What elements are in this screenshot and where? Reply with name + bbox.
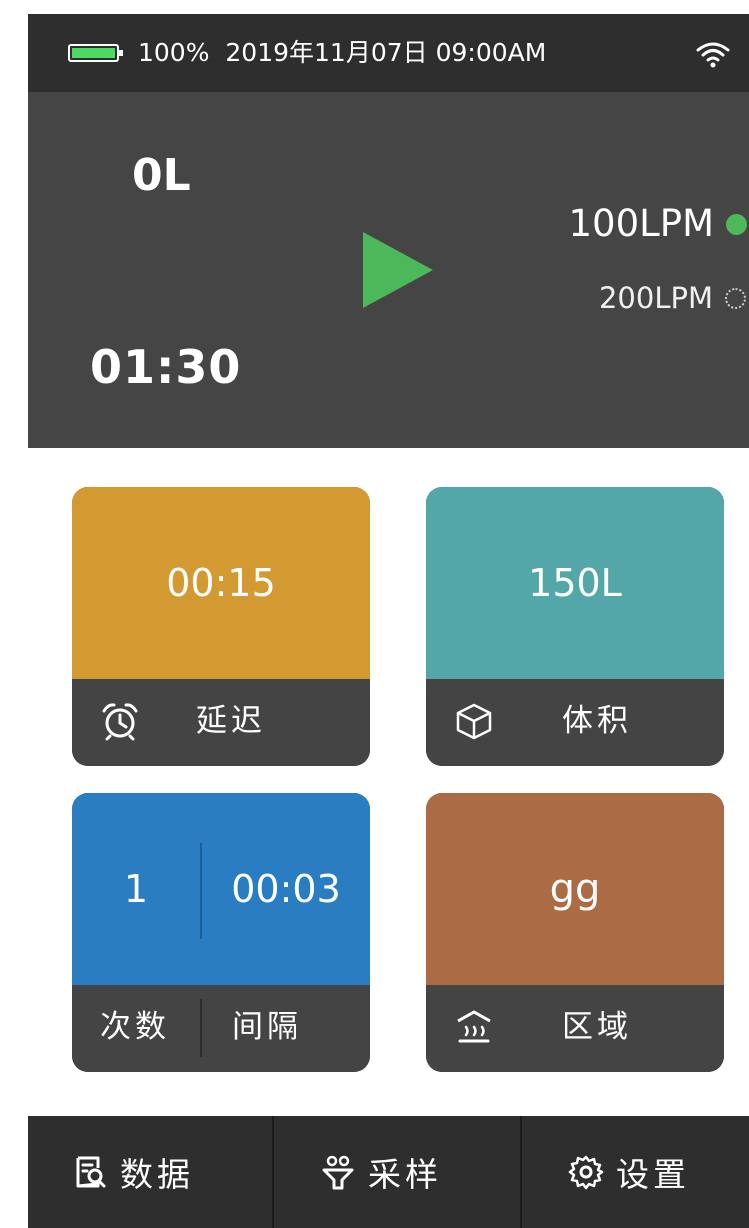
delay-footer: 延迟 bbox=[72, 679, 370, 766]
zone-tile[interactable]: gg 区域 bbox=[426, 793, 724, 1072]
flow-rate-label: 200LPM bbox=[598, 281, 713, 315]
nav-settings-button[interactable]: 设置 bbox=[568, 1116, 690, 1228]
volume-tile[interactable]: 150L 体积 bbox=[426, 487, 724, 766]
status-time: 09:00AM bbox=[435, 38, 547, 67]
interval-label: 间隔 bbox=[232, 1009, 302, 1045]
flow-rate-label: 100LPM bbox=[568, 202, 714, 245]
status-text: 100% 2019年11月07日 09:00AM bbox=[138, 36, 546, 70]
sampled-volume: 0L bbox=[132, 150, 191, 201]
count-label: 次数 bbox=[100, 1009, 170, 1045]
nav-divider bbox=[520, 1116, 522, 1228]
count-interval-tile[interactable]: 1 00:03 次数 间隔 bbox=[72, 793, 370, 1072]
building-icon bbox=[457, 1010, 491, 1043]
bottom-nav: 数据 采样 设置 bbox=[28, 1116, 749, 1228]
radio-selected-icon bbox=[726, 213, 747, 235]
zone-footer: 区域 bbox=[426, 985, 724, 1072]
nav-settings-label: 设置 bbox=[616, 1155, 690, 1194]
cube-icon bbox=[456, 703, 492, 740]
delay-value: 00:15 bbox=[72, 487, 370, 679]
nav-divider bbox=[272, 1116, 274, 1228]
play-icon[interactable] bbox=[363, 232, 433, 308]
zone-label: 区域 bbox=[562, 1009, 632, 1045]
count-interval-values: 1 00:03 bbox=[72, 793, 370, 985]
delay-tile[interactable]: 00:15 延迟 bbox=[72, 487, 370, 766]
count-interval-footer: 次数 间隔 bbox=[72, 985, 370, 1072]
volume-value: 150L bbox=[426, 487, 724, 679]
count-value: 1 bbox=[123, 867, 149, 911]
sampling-icon bbox=[322, 1155, 354, 1190]
nav-sample-button[interactable]: 采样 bbox=[320, 1116, 442, 1228]
nav-sample-label: 采样 bbox=[368, 1155, 442, 1194]
gear-icon bbox=[568, 1155, 604, 1190]
volume-footer: 体积 bbox=[426, 679, 724, 766]
status-bar: 100% 2019年11月07日 09:00AM bbox=[28, 14, 749, 92]
volume-label: 体积 bbox=[562, 703, 632, 739]
divider bbox=[200, 999, 202, 1057]
wifi-icon bbox=[696, 42, 730, 68]
delay-label: 延迟 bbox=[196, 703, 266, 739]
nav-data-label: 数据 bbox=[120, 1155, 194, 1194]
radio-unselected-icon bbox=[725, 287, 746, 309]
battery-full-icon bbox=[68, 44, 123, 62]
nav-data-button[interactable]: 数据 bbox=[72, 1116, 194, 1228]
interval-value: 00:03 bbox=[231, 867, 341, 911]
alarm-clock-icon bbox=[102, 703, 138, 741]
device-screen: 100% 2019年11月07日 09:00AM 0L 01:30 100LPM… bbox=[28, 14, 749, 1228]
elapsed-time: 01:30 bbox=[90, 340, 242, 394]
flow-rate-option-100[interactable]: 100LPM bbox=[569, 202, 749, 246]
zone-value: gg bbox=[426, 793, 724, 985]
status-date: 2019年11月07日 bbox=[225, 38, 428, 67]
data-search-icon bbox=[76, 1156, 106, 1188]
flow-rate-option-200[interactable]: 200LPM bbox=[599, 276, 749, 320]
sampling-panel: 0L 01:30 100LPM 200LPM bbox=[28, 92, 749, 448]
battery-percent: 100% bbox=[138, 38, 210, 67]
